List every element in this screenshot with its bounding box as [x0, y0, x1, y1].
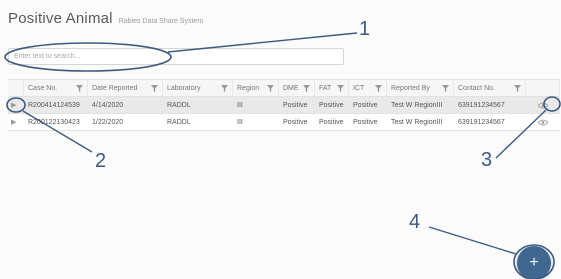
column-header-label: Region [237, 84, 260, 92]
cell-reported-by: Test W RegionIII [391, 118, 443, 126]
cell-date-reported: 1/22/2020 [92, 118, 124, 126]
data-table: Case No. Date Reported Laboratory Region… [8, 79, 560, 131]
column-header-date-reported[interactable]: Date Reported [88, 80, 163, 96]
column-header-region[interactable]: Region [233, 80, 279, 96]
column-header-ict[interactable]: ICT [349, 80, 387, 96]
column-header-contact-no[interactable]: Contact No. [454, 80, 526, 96]
cell-contact-no: 639191234567 [458, 101, 505, 109]
table-row[interactable]: ▶ R200122130423 1/22/2020 RADDL III Posi… [8, 114, 560, 131]
eye-icon[interactable] [538, 102, 548, 109]
filter-funnel-icon[interactable] [151, 84, 158, 92]
header: Positive Animal Rabies Data Share System [8, 10, 203, 30]
callout-number-2: 2 [95, 150, 107, 172]
table-header-row: Case No. Date Reported Laboratory Region… [8, 79, 560, 97]
filter-funnel-icon[interactable] [514, 84, 521, 92]
view-record-button[interactable] [526, 97, 560, 113]
filter-funnel-icon[interactable] [221, 84, 228, 92]
cell-laboratory: RADDL [167, 101, 191, 109]
filter-funnel-icon[interactable] [303, 84, 310, 92]
column-header-label: Laboratory [167, 84, 201, 92]
cell-fat: Positive [319, 101, 344, 109]
cell-ict: Positive [353, 118, 378, 126]
actions-column-header [526, 80, 560, 96]
column-header-label: DME [283, 84, 299, 92]
callout-number-1: 1 [359, 18, 371, 40]
eye-icon[interactable] [538, 119, 548, 126]
app-frame: Positive Animal Rabies Data Share System… [0, 0, 561, 279]
filter-funnel-icon[interactable] [267, 84, 274, 92]
column-header-label: Reported By [391, 84, 430, 92]
chevron-right-icon[interactable]: ▶ [11, 118, 16, 126]
view-record-button[interactable] [526, 114, 560, 130]
table-row[interactable]: ▶ R200414124539 4/14/2020 RADDL III Posi… [8, 97, 560, 114]
cell-case-no: R200414124539 [28, 101, 80, 109]
column-header-case-no[interactable]: Case No. [24, 80, 88, 96]
cell-case-no: R200122130423 [28, 118, 80, 126]
filter-funnel-icon[interactable] [442, 84, 449, 92]
cell-laboratory: RADDL [167, 118, 191, 126]
app-subtitle: Rabies Data Share System [118, 18, 204, 25]
cell-date-reported: 4/14/2020 [92, 101, 124, 109]
cell-region: III [237, 118, 243, 126]
cell-reported-by: Test W RegionIII [391, 101, 443, 109]
column-header-label: Case No. [28, 84, 58, 92]
column-header-laboratory[interactable]: Laboratory [163, 80, 233, 96]
column-header-label: ICT [353, 84, 365, 92]
chevron-right-icon[interactable]: ▶ [11, 101, 16, 109]
callout-number-3: 3 [481, 149, 493, 171]
column-header-dme[interactable]: DME [279, 80, 315, 96]
filter-funnel-icon[interactable] [337, 84, 344, 92]
callout-number-4: 4 [409, 211, 421, 233]
cell-contact-no: 639191234567 [458, 118, 505, 126]
plus-icon: + [529, 254, 539, 271]
column-header-fat[interactable]: FAT [315, 80, 349, 96]
filter-funnel-icon[interactable] [76, 84, 83, 92]
add-record-button[interactable]: + [517, 246, 551, 279]
app-title: Positive Animal [8, 10, 113, 27]
filter-funnel-icon[interactable] [375, 84, 382, 92]
cell-fat: Positive [319, 118, 344, 126]
column-header-label: FAT [319, 84, 332, 92]
row-expand-toggle[interactable]: ▶ [8, 97, 24, 113]
search-input[interactable] [8, 48, 344, 65]
expand-column-header [8, 80, 24, 96]
cell-dme: Positive [283, 101, 308, 109]
cell-region: III [237, 101, 243, 109]
column-header-label: Date Reported [92, 84, 138, 92]
cell-ict: Positive [353, 101, 378, 109]
column-header-reported-by[interactable]: Reported By [387, 80, 454, 96]
cell-dme: Positive [283, 118, 308, 126]
row-expand-toggle[interactable]: ▶ [8, 114, 24, 130]
column-header-label: Contact No. [458, 84, 495, 92]
